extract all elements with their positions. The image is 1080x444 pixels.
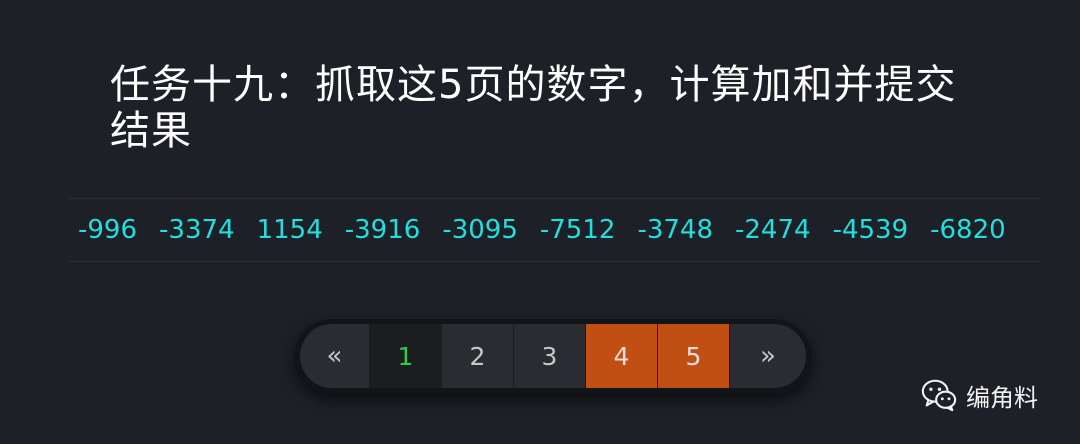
page-button-1[interactable]: 1 (370, 324, 442, 388)
number-item: -3916 (344, 215, 421, 245)
number-item: -6820 (930, 215, 1006, 245)
pagination-bar: « 1 2 3 4 5 » (300, 324, 806, 388)
watermark: 编角料 (920, 376, 1038, 414)
number-item: -7512 (539, 215, 616, 245)
number-item: -2474 (735, 215, 811, 245)
number-item: -3374 (159, 215, 235, 245)
number-item: -3095 (442, 215, 518, 245)
wechat-icon (921, 379, 957, 412)
number-item: -996 (78, 215, 138, 245)
pagination: « 1 2 3 4 5 » (294, 318, 812, 394)
numbers-list: -996 -3374 1154 -3916 -3095 -7512 -3748 … (68, 198, 1040, 262)
page-button-3[interactable]: 3 (514, 324, 586, 388)
task-title: 任务十九：抓取这5页的数字，计算加和并提交结果 (110, 62, 957, 154)
page-button-2[interactable]: 2 (442, 324, 514, 388)
number-item: 1154 (256, 215, 323, 245)
page-button-5[interactable]: 5 (658, 324, 730, 388)
page-button-4[interactable]: 4 (586, 324, 658, 388)
number-item: -4539 (832, 215, 909, 245)
number-item: -3748 (637, 215, 713, 245)
pagination-prev-button[interactable]: « (300, 324, 370, 388)
watermark-text: 编角料 (966, 383, 1038, 412)
pagination-next-button[interactable]: » (730, 324, 806, 388)
